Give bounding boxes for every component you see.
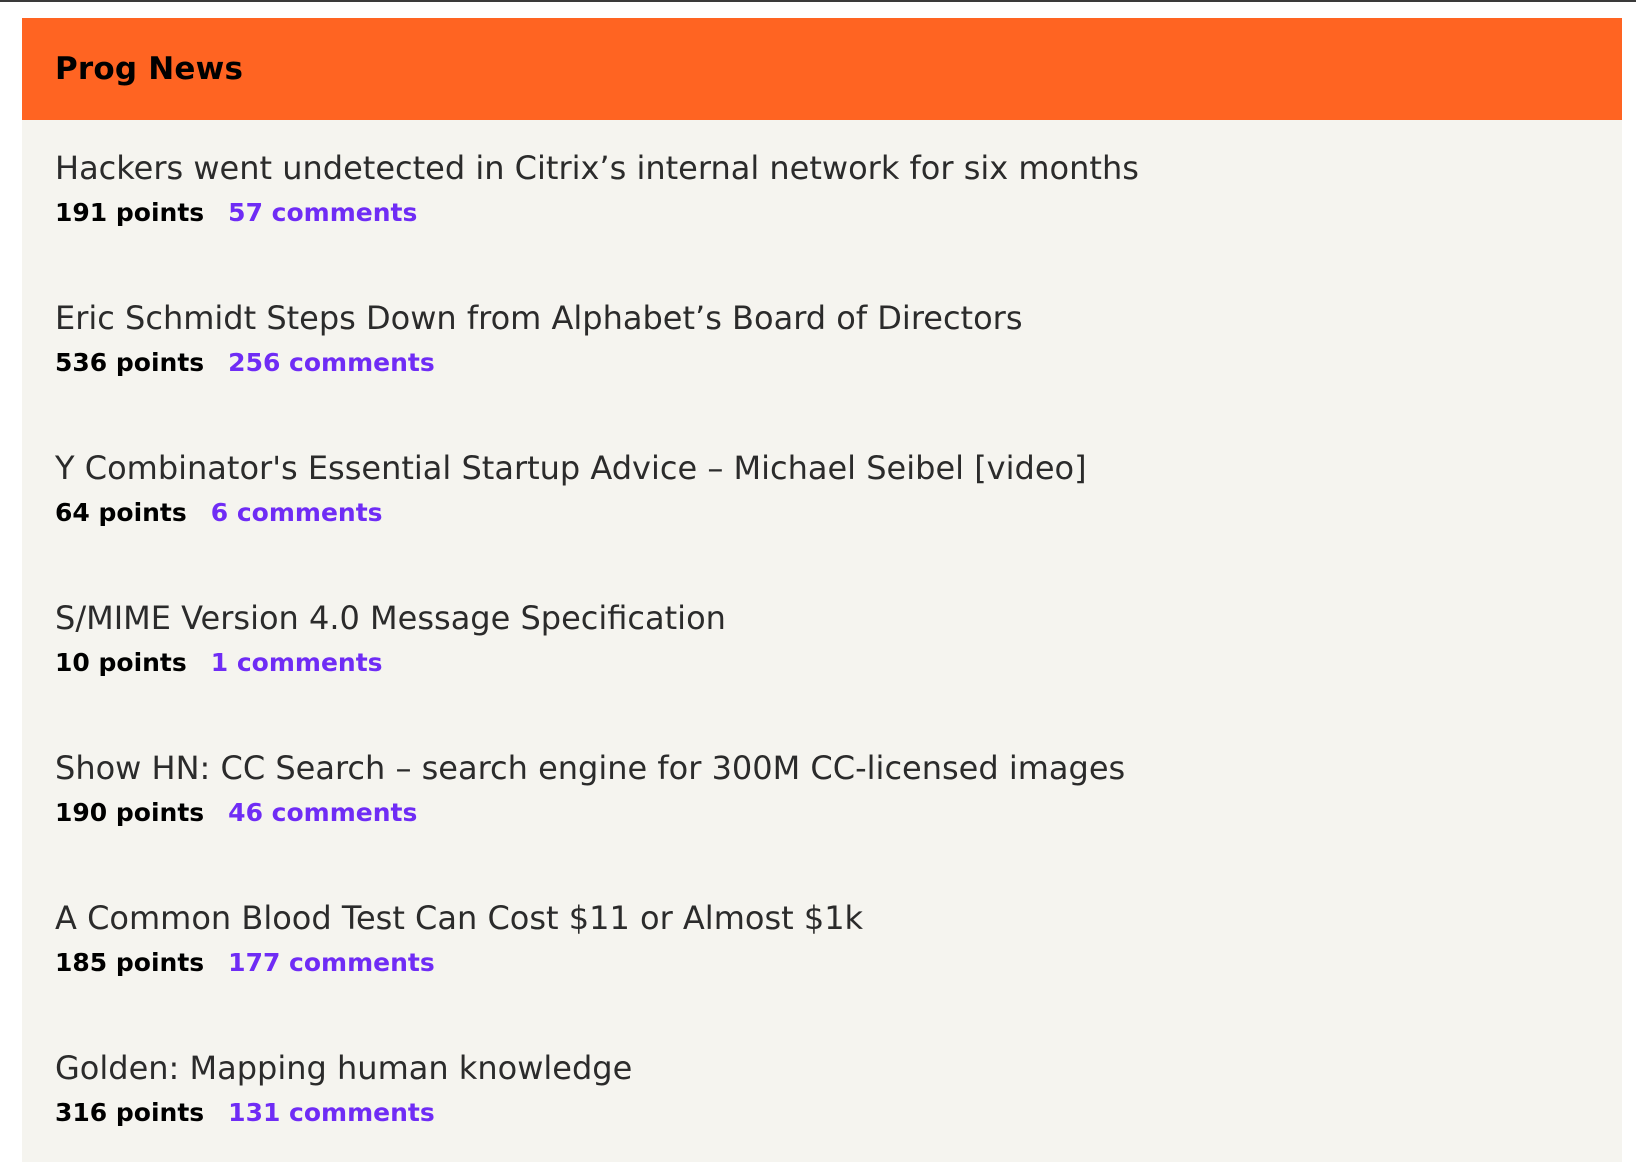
story-points: 64 points — [55, 498, 187, 527]
story-item: S/MIME Version 4.0 Message Specification… — [55, 598, 1622, 748]
story-item: Show HN: CC Search – search engine for 3… — [55, 748, 1622, 898]
story-meta: 536 points 256 comments — [55, 346, 1622, 380]
story-item: Hackers went undetected in Citrix’s inte… — [55, 148, 1622, 298]
story-points: 191 points — [55, 198, 205, 227]
story-item: A Common Blood Test Can Cost $11 or Almo… — [55, 898, 1622, 1048]
story-points: 10 points — [55, 648, 187, 677]
story-meta: 190 points 46 comments — [55, 796, 1622, 830]
story-points: 190 points — [55, 798, 205, 827]
story-title[interactable]: Show HN: CC Search – search engine for 3… — [55, 748, 1125, 788]
story-meta: 316 points 131 comments — [55, 1096, 1622, 1130]
story-item: Golden: Mapping human knowledge 316 poin… — [55, 1048, 1622, 1162]
story-meta: 64 points 6 comments — [55, 496, 1622, 530]
site-title[interactable]: Prog News — [55, 51, 243, 87]
top-border — [0, 0, 1636, 2]
story-comments-link[interactable]: 57 comments — [228, 198, 417, 227]
story-meta: 185 points 177 comments — [55, 946, 1622, 980]
story-comments-link[interactable]: 131 comments — [228, 1098, 435, 1127]
story-item: Y Combinator's Essential Startup Advice … — [55, 448, 1622, 598]
header-bar: Prog News — [22, 18, 1622, 120]
story-comments-link[interactable]: 256 comments — [228, 348, 435, 377]
story-title[interactable]: Eric Schmidt Steps Down from Alphabet’s … — [55, 298, 1023, 338]
news-app: Prog News Hackers went undetected in Cit… — [22, 18, 1622, 1162]
story-title[interactable]: Y Combinator's Essential Startup Advice … — [55, 448, 1087, 488]
story-meta: 191 points 57 comments — [55, 196, 1622, 230]
story-points: 185 points — [55, 948, 205, 977]
story-comments-link[interactable]: 1 comments — [211, 648, 383, 677]
story-list: Hackers went undetected in Citrix’s inte… — [22, 120, 1622, 1162]
story-comments-link[interactable]: 46 comments — [228, 798, 417, 827]
story-title[interactable]: Hackers went undetected in Citrix’s inte… — [55, 148, 1139, 188]
story-points: 316 points — [55, 1098, 205, 1127]
story-title[interactable]: S/MIME Version 4.0 Message Specification — [55, 598, 726, 638]
story-comments-link[interactable]: 177 comments — [228, 948, 435, 977]
story-points: 536 points — [55, 348, 205, 377]
story-item: Eric Schmidt Steps Down from Alphabet’s … — [55, 298, 1622, 448]
story-title[interactable]: Golden: Mapping human knowledge — [55, 1048, 632, 1088]
story-comments-link[interactable]: 6 comments — [211, 498, 383, 527]
story-title[interactable]: A Common Blood Test Can Cost $11 or Almo… — [55, 898, 863, 938]
story-meta: 10 points 1 comments — [55, 646, 1622, 680]
